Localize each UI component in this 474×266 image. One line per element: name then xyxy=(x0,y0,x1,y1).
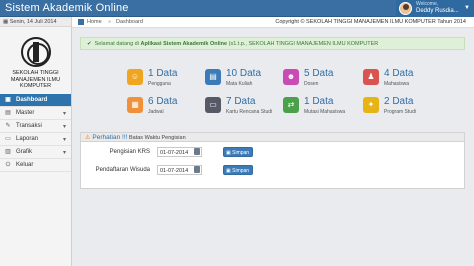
deadline-panel: ⚠ Perhatian !!! Batas Waktu Pengisian Pen… xyxy=(80,132,465,189)
stat-card-program-studi[interactable]: ✦ 2 Data Program Studi xyxy=(363,96,433,118)
chevron-down-icon: ▼ xyxy=(464,5,470,11)
stat-card-dosen[interactable]: ☻ 5 Data Dosen xyxy=(283,68,353,90)
sidebar-item-transaksi[interactable]: ✎ Transaksi ▾ xyxy=(0,120,71,133)
user-icon: ☺ xyxy=(127,69,143,85)
stat-card-pengguna[interactable]: ☺ 1 Data Pengguna xyxy=(127,68,197,90)
welcome-alert: ✔ Selamat datang di Aplikasi Sistem Akade… xyxy=(80,37,465,50)
calendar-icon[interactable] xyxy=(194,148,200,155)
chevron-down-icon: ▾ xyxy=(62,110,66,117)
sidebar-item-laporan[interactable]: ▭ Laporan ▾ xyxy=(0,133,71,146)
avatar xyxy=(399,2,412,15)
main-content: ✔ Selamat datang di Aplikasi Sistem Akade… xyxy=(72,28,474,266)
sidebar-item-dashboard[interactable]: ▣ Dashboard xyxy=(0,93,71,107)
breadcrumb-separator: » xyxy=(108,19,112,25)
logout-icon: ⏻ xyxy=(5,161,11,168)
stat-card-mutasi[interactable]: ⇄ 1 Data Mutasi Mahasiswa xyxy=(283,96,353,118)
date-display: ▦ Senin, 14 Juli 2014 xyxy=(0,17,71,27)
transfer-icon: ⇄ xyxy=(283,97,299,113)
user-name: Deddy Rusdia... xyxy=(416,8,459,14)
program-icon: ✦ xyxy=(363,97,379,113)
user-menu[interactable]: Welcome, Deddy Rusdia... ▼ xyxy=(396,0,474,17)
calendar-icon: ▦ xyxy=(127,97,143,113)
teacher-icon: ☻ xyxy=(283,69,299,85)
save-button-wisuda[interactable]: ▣ Simpan xyxy=(223,165,253,175)
edit-icon: ✎ xyxy=(5,122,11,129)
breadcrumb: Home » Dashboard Copyright © SEKOLAH TIN… xyxy=(72,17,474,28)
card-icon: ▭ xyxy=(205,97,221,113)
calendar-icon[interactable] xyxy=(194,166,200,173)
chevron-down-icon: ▾ xyxy=(62,149,66,156)
school-logo xyxy=(20,37,51,67)
home-icon xyxy=(78,19,84,25)
stat-card-jadwal[interactable]: ▦ 6 Data Jadwal xyxy=(127,96,197,118)
sidebar-item-grafik[interactable]: ▥ Grafik ▾ xyxy=(0,146,71,159)
chevron-down-icon: ▾ xyxy=(62,136,66,143)
stat-card-mahasiswa[interactable]: ♟ 4 Data Mahasiswa xyxy=(363,68,433,90)
calendar-icon: ▦ xyxy=(3,19,10,25)
school-name: SEKOLAH TINGGI MANAJEMEN ILMU KOMPUTER xyxy=(10,70,61,89)
check-icon: ✔ xyxy=(87,41,92,47)
sidebar-item-master[interactable]: ▤ Master ▾ xyxy=(0,107,71,120)
stat-card-mata-kuliah[interactable]: ▤ 10 Data Mata Kuliah xyxy=(205,68,275,90)
app-title: Sistem Akademik Online xyxy=(5,2,129,14)
chart-icon: ▥ xyxy=(5,148,11,155)
deadline-row-wisuda: Pendaftaran Wisuda 01-07-2014 ▣ Simpan xyxy=(81,165,466,175)
student-icon: ♟ xyxy=(363,69,379,85)
stat-card-krs[interactable]: ▭ 7 Data Kartu Rencana Studi xyxy=(205,96,275,118)
top-bar: Sistem Akademik Online Welcome, Deddy Ru… xyxy=(0,0,474,17)
sidebar-menu: ▣ Dashboard ▤ Master ▾ ✎ Transaksi ▾ ▭ L… xyxy=(0,93,71,172)
welcome-text: Welcome, xyxy=(416,1,439,7)
dashboard-icon: ▣ xyxy=(5,96,11,103)
book-icon: ▤ xyxy=(205,69,221,85)
sidebar: ▦ Senin, 14 Juli 2014 SEKOLAH TINGGI MAN… xyxy=(0,17,72,266)
folder-icon: ▤ xyxy=(5,109,11,116)
breadcrumb-home[interactable]: Home xyxy=(87,19,102,25)
save-button-krs[interactable]: ▣ Simpan xyxy=(223,147,253,157)
chevron-down-icon: ▾ xyxy=(62,123,66,130)
sidebar-item-keluar[interactable]: ⏻ Keluar xyxy=(0,159,71,172)
copyright-text: Copyright © SEKOLAH TINGGI MANAJEMEN ILM… xyxy=(275,19,466,25)
breadcrumb-current: Dashboard xyxy=(116,19,143,25)
deadline-row-krs: Pengisian KRS 01-07-2014 ▣ Simpan xyxy=(81,147,466,157)
report-icon: ▭ xyxy=(5,135,11,142)
warning-icon: ⚠ xyxy=(85,135,91,141)
panel-header: ⚠ Perhatian !!! Batas Waktu Pengisian xyxy=(81,133,464,142)
